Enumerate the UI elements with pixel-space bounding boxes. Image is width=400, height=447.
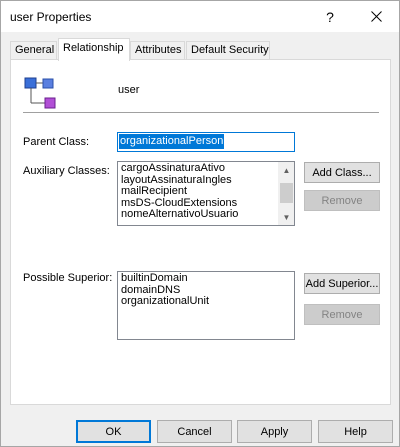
close-icon [370,11,382,22]
close-button[interactable] [353,1,399,32]
question-mark-icon: ? [326,8,334,25]
scroll-down-icon[interactable]: ▼ [279,209,294,225]
list-item[interactable]: cargoAssinaturaAtivo [121,162,238,175]
vertical-scrollbar[interactable]: ▲ ▼ [278,162,294,225]
window-title: user Properties [10,10,92,24]
list-item[interactable]: nomeAlternativoUsuario [121,208,238,221]
scroll-up-icon[interactable]: ▲ [279,162,294,178]
class-hierarchy-icon [24,77,56,109]
help-title-button[interactable]: ? [307,1,353,32]
add-class-button[interactable]: Add Class... [304,162,380,183]
help-button[interactable]: Help [318,420,393,443]
apply-button[interactable]: Apply [237,420,312,443]
class-name: user [118,84,140,96]
possible-superior-list[interactable]: builtinDomain domainDNS organizationalUn… [117,271,295,340]
properties-dialog: user Properties ? General Relationship A… [0,0,400,447]
ok-button[interactable]: OK [76,420,151,443]
add-superior-button[interactable]: Add Superior... [304,273,380,294]
tab-default-security[interactable]: Default Security [186,41,270,60]
remove-auxiliary-button[interactable]: Remove [304,190,380,211]
tab-general[interactable]: General [10,41,57,60]
parent-class-field[interactable]: organizationalPerson [117,132,295,152]
tab-strip: General Relationship Attributes Default … [1,32,399,61]
list-item[interactable]: builtinDomain [121,272,209,285]
parent-class-value: organizationalPerson [119,134,225,149]
tab-relationship[interactable]: Relationship [58,38,130,61]
title-bar[interactable]: user Properties ? [1,1,399,32]
cancel-button[interactable]: Cancel [157,420,232,443]
tab-attributes[interactable]: Attributes [130,41,185,60]
remove-superior-button[interactable]: Remove [304,304,380,325]
list-item[interactable]: mailRecipient [121,185,238,198]
auxiliary-classes-list[interactable]: cargoAssinaturaAtivo layoutAssinaturaIng… [117,161,295,226]
relationship-panel: user Parent Class: organizationalPerson … [10,59,391,405]
auxiliary-classes-label: Auxiliary Classes: [23,165,110,177]
parent-class-label: Parent Class: [23,136,90,148]
scroll-thumb[interactable] [280,183,293,203]
list-item[interactable]: organizationalUnit [121,295,209,308]
separator [23,112,379,113]
possible-superior-label: Possible Superior: [23,272,113,284]
